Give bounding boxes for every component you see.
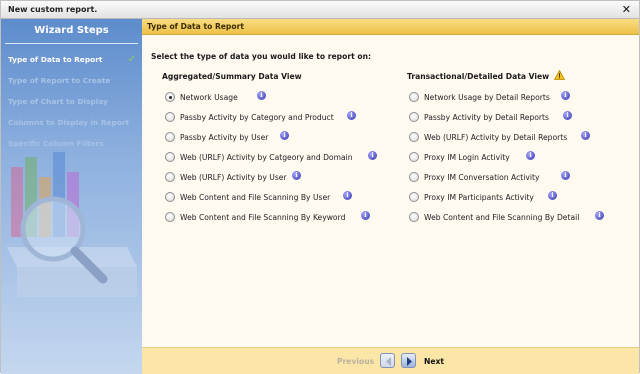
aggregated-column-title: Aggregated/Summary Data View — [162, 72, 302, 81]
title-bar: New custom report. ✕ — [1, 1, 639, 19]
step-label: Type of Chart to Display — [8, 97, 108, 106]
info-icon[interactable]: i — [292, 171, 301, 180]
step-type-of-data[interactable]: Type of Data to Report ✓ — [1, 49, 142, 70]
radio-button[interactable] — [165, 132, 175, 142]
info-icon[interactable]: i — [581, 131, 590, 140]
info-icon[interactable]: i — [347, 111, 356, 120]
next-label[interactable]: Next — [424, 357, 444, 366]
option-label: Passby Activity by Detail Reports — [424, 113, 549, 122]
step-label: Type of Data to Report — [8, 55, 103, 64]
info-icon[interactable]: i — [257, 91, 266, 100]
sidebar-divider — [5, 43, 138, 44]
option-label: Network Usage — [180, 93, 238, 102]
step-label: Columns to Display in Report — [8, 118, 130, 127]
option-label: Passby Activity by Category and Product — [180, 113, 334, 122]
radio-button[interactable] — [165, 172, 175, 182]
option-label: Web Content and File Scanning By User — [180, 193, 331, 202]
option-label: Network Usage by Detail Reports — [424, 93, 550, 102]
instruction-text: Select the type of data you would like t… — [151, 52, 372, 61]
info-icon[interactable]: i — [280, 131, 289, 140]
radio-button[interactable] — [165, 112, 175, 122]
info-icon[interactable]: i — [343, 191, 352, 200]
option-label: Proxy IM Conversation Activity — [424, 173, 540, 182]
info-icon[interactable]: i — [368, 151, 377, 160]
info-icon[interactable]: i — [561, 171, 570, 180]
radio-button[interactable] — [165, 92, 175, 102]
option-label: Web Content and File Scanning By Keyword — [180, 213, 346, 222]
radio-button[interactable] — [165, 152, 175, 162]
info-icon[interactable]: i — [526, 151, 535, 160]
window-title: New custom report. — [8, 5, 98, 14]
sidebar-heading: Wizard Steps — [34, 25, 109, 36]
option-label: Passby Activity by User — [180, 133, 269, 142]
option-label: Web Content and File Scanning By Detail — [424, 213, 580, 222]
warning-icon — [554, 70, 565, 80]
option-label: Proxy IM Login Activity — [424, 153, 510, 162]
arrow-left-icon — [386, 357, 391, 366]
report-magnifier-illustration — [7, 152, 137, 297]
info-icon[interactable]: i — [561, 91, 570, 100]
content-header: Type of Data to Report — [142, 19, 639, 35]
info-icon[interactable]: i — [563, 111, 572, 120]
option-label: Web (URLF) Activity by Detail Reports — [424, 133, 568, 142]
content-header-title: Type of Data to Report — [147, 22, 244, 31]
radio-button[interactable] — [409, 132, 419, 142]
radio-button[interactable] — [165, 192, 175, 202]
wizard-sidebar: Wizard Steps Type of Data to Report ✓ Ty… — [1, 19, 142, 374]
checkmark-icon: ✓ — [127, 54, 136, 65]
radio-button[interactable] — [409, 152, 419, 162]
step-columns: Columns to Display in Report — [1, 112, 142, 133]
info-icon[interactable]: i — [595, 211, 604, 220]
report-wizard-window: New custom report. ✕ Wizard Steps Type o… — [0, 0, 640, 374]
option-label: Proxy IM Participants Activity — [424, 193, 534, 202]
content-panel: Type of Data to Report Select the type o… — [142, 19, 639, 374]
radio-button[interactable] — [409, 212, 419, 222]
wizard-steps-list: Type of Data to Report ✓ Type of Report … — [1, 49, 142, 154]
radio-button[interactable] — [165, 212, 175, 222]
wizard-footer: Previous Next — [142, 347, 639, 374]
info-icon[interactable]: i — [548, 191, 557, 200]
radio-button[interactable] — [409, 192, 419, 202]
step-type-of-chart: Type of Chart to Display — [1, 91, 142, 112]
step-type-of-report: Type of Report to Create — [1, 70, 142, 91]
option-label: Web (URLF) Activity by Catgeory and Doma… — [180, 153, 353, 162]
transactional-column-title: Transactional/Detailed Data View — [407, 72, 550, 81]
close-icon[interactable]: ✕ — [622, 3, 631, 16]
radio-button[interactable] — [409, 172, 419, 182]
option-label: Web (URLF) Activity by User — [180, 173, 287, 182]
radio-button[interactable] — [409, 92, 419, 102]
info-icon[interactable]: i — [361, 211, 370, 220]
next-button[interactable] — [401, 353, 416, 368]
previous-button — [380, 353, 395, 368]
arrow-right-icon — [407, 357, 412, 366]
previous-label: Previous — [337, 357, 375, 366]
step-label: Type of Report to Create — [8, 76, 111, 85]
radio-button[interactable] — [409, 112, 419, 122]
